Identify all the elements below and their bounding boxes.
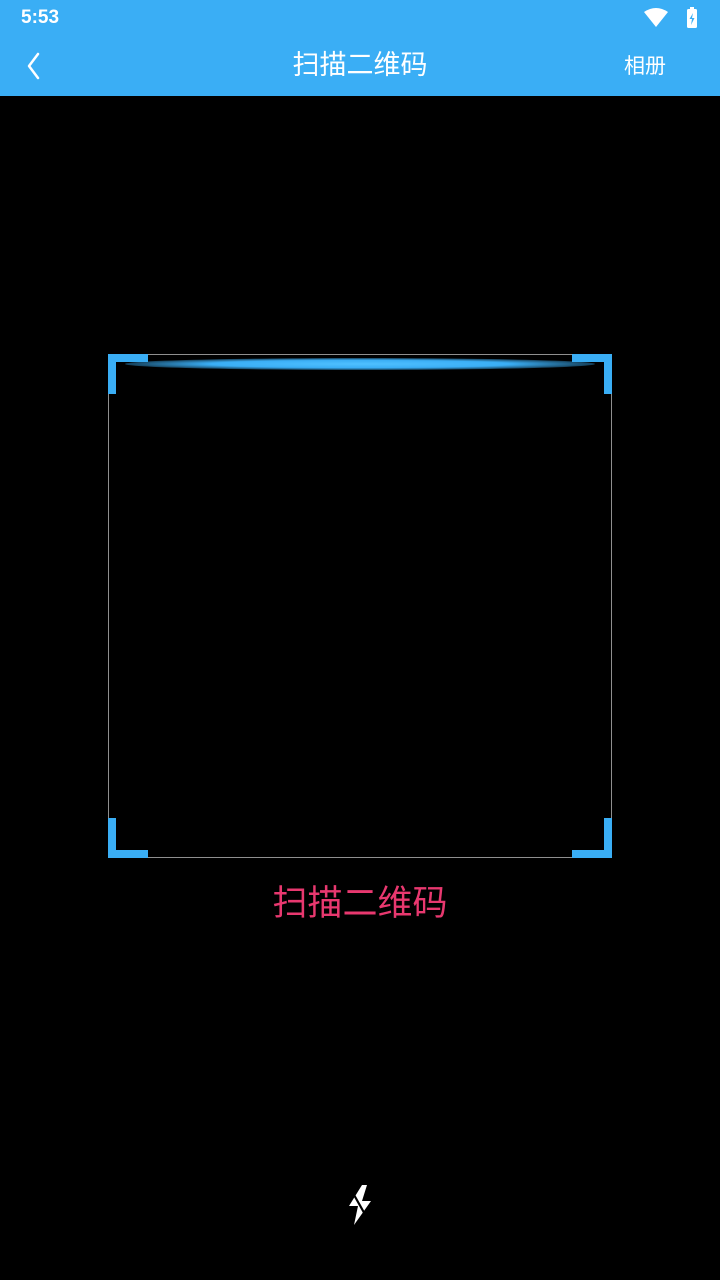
status-time: 5:53 xyxy=(21,7,60,28)
page-title: 扫描二维码 xyxy=(292,50,428,81)
scan-frame xyxy=(108,354,612,858)
scan-hint: 扫描二维码 xyxy=(272,884,448,924)
status-icons xyxy=(640,6,700,28)
frame-corner-top-right xyxy=(604,354,612,394)
flash-toggle-button[interactable] xyxy=(340,1182,380,1228)
album-button[interactable]: 相册 xyxy=(624,48,666,84)
app-header: 5:53 扫描二维码 相册 xyxy=(0,0,720,96)
scan-line xyxy=(125,358,595,370)
flash-off-icon xyxy=(348,1185,372,1226)
wifi-icon xyxy=(644,8,668,27)
frame-corner-bottom-right xyxy=(604,818,612,858)
frame-corner-top-left xyxy=(108,354,116,394)
battery-charging-icon xyxy=(687,7,697,28)
frame-corner-bottom-left xyxy=(108,818,116,858)
